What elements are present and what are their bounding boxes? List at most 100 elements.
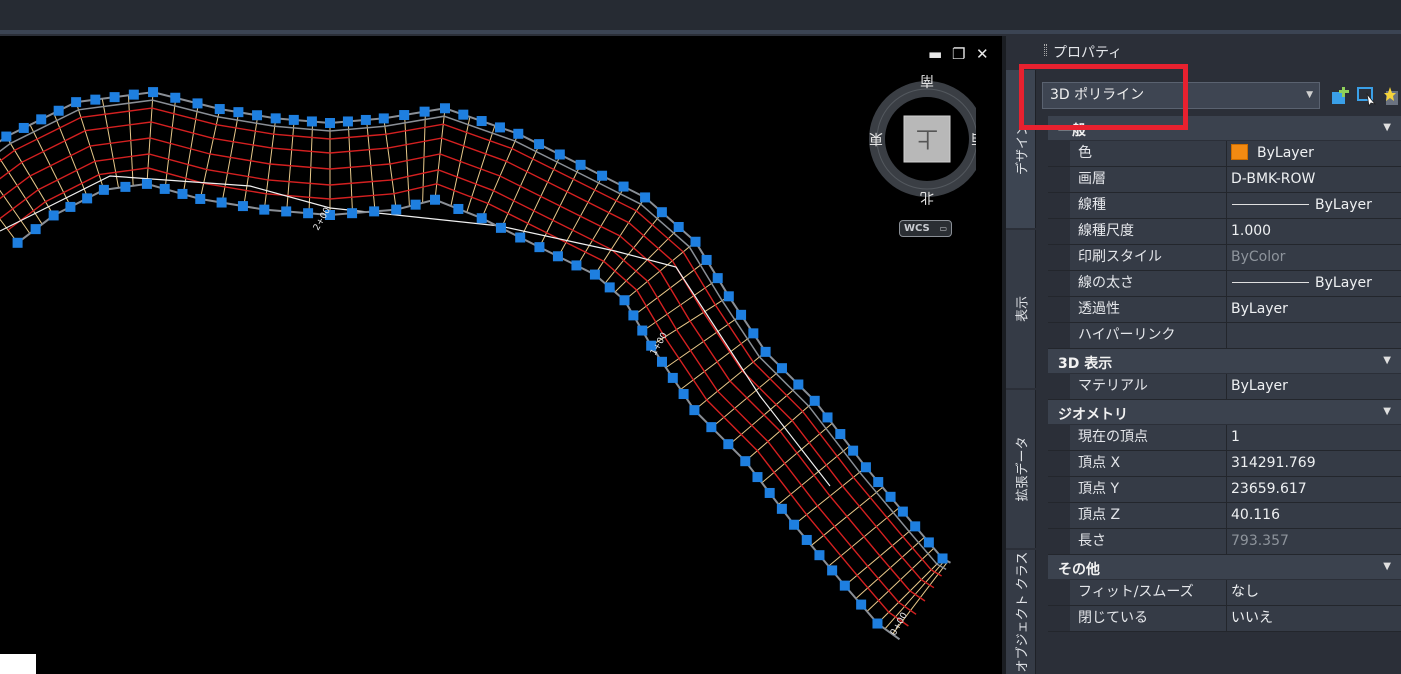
property-row[interactable]: 長さ 793.357: [1048, 529, 1401, 555]
grip-marker[interactable]: [98, 184, 109, 195]
grip-marker[interactable]: [494, 122, 505, 133]
property-row[interactable]: ハイパーリンク: [1048, 323, 1401, 349]
grip-marker[interactable]: [82, 193, 93, 204]
grip-marker[interactable]: [637, 325, 648, 336]
property-value[interactable]: なし: [1227, 580, 1401, 605]
restore-icon[interactable]: ❐: [952, 46, 965, 62]
quick-select-icon[interactable]: [1330, 85, 1352, 107]
property-value[interactable]: ByLayer: [1227, 193, 1401, 218]
grip-marker[interactable]: [552, 251, 563, 262]
grip-marker[interactable]: [378, 113, 389, 124]
property-value[interactable]: ByLayer: [1227, 271, 1401, 296]
grip-marker[interactable]: [170, 92, 181, 103]
grip-marker[interactable]: [923, 537, 934, 548]
grip-marker[interactable]: [360, 114, 371, 125]
grip-marker[interactable]: [575, 159, 586, 170]
collapse-arrow-icon[interactable]: ▼: [1383, 122, 1391, 133]
section-header[interactable]: 3D 表示 ▼: [1048, 349, 1401, 374]
grip-marker[interactable]: [141, 178, 152, 189]
grip-marker[interactable]: [347, 208, 358, 219]
grip-marker[interactable]: [18, 122, 29, 133]
grip-marker[interactable]: [410, 199, 421, 210]
grip-marker[interactable]: [325, 118, 335, 128]
grip-marker[interactable]: [835, 429, 846, 440]
grip-marker[interactable]: [809, 395, 820, 406]
property-value[interactable]: 23659.617: [1227, 477, 1401, 502]
close-icon[interactable]: ✕: [976, 46, 989, 62]
grip-marker[interactable]: [399, 110, 410, 121]
grip-marker[interactable]: [814, 550, 825, 561]
property-row[interactable]: フィット/スムーズ なし: [1048, 580, 1401, 606]
property-value[interactable]: 793.357: [1227, 529, 1401, 554]
grip-marker[interactable]: [36, 114, 47, 125]
grip-marker[interactable]: [604, 282, 615, 293]
grip-marker[interactable]: [515, 232, 526, 243]
grip-marker[interactable]: [801, 534, 812, 545]
toggle-pickadd-icon[interactable]: [1382, 85, 1401, 107]
property-row[interactable]: 線種 ByLayer: [1048, 193, 1401, 219]
grip-marker[interactable]: [453, 203, 464, 214]
grip-marker[interactable]: [872, 618, 883, 629]
grip-marker[interactable]: [30, 224, 41, 235]
grip-marker[interactable]: [259, 204, 270, 215]
grip-marker[interactable]: [159, 183, 170, 194]
grip-marker[interactable]: [12, 237, 23, 248]
property-value[interactable]: 314291.769: [1227, 451, 1401, 476]
layout-tab-stub[interactable]: [0, 654, 36, 674]
grip-marker[interactable]: [288, 114, 299, 125]
grip-marker[interactable]: [237, 201, 248, 212]
grip-marker[interactable]: [597, 170, 608, 181]
property-row[interactable]: 線種尺度 1.000: [1048, 219, 1401, 245]
property-value[interactable]: いいえ: [1227, 606, 1401, 631]
grip-marker[interactable]: [192, 98, 203, 109]
viewcube-south-label[interactable]: 南: [920, 72, 934, 88]
viewcube-north-label[interactable]: 北: [920, 189, 934, 205]
property-row[interactable]: 頂点 X 314291.769: [1048, 451, 1401, 477]
property-row[interactable]: マテリアル ByLayer: [1048, 374, 1401, 400]
viewcube[interactable]: 上 南 北 東 西: [858, 72, 976, 210]
grip-marker[interactable]: [53, 105, 64, 116]
property-value[interactable]: 1: [1227, 425, 1401, 450]
grip-marker[interactable]: [252, 110, 263, 121]
grip-marker[interactable]: [1, 131, 12, 142]
grip-marker[interactable]: [177, 188, 188, 199]
grip-marker[interactable]: [776, 503, 787, 514]
grip-marker[interactable]: [369, 206, 380, 217]
property-row[interactable]: 閉じている いいえ: [1048, 606, 1401, 632]
grip-marker[interactable]: [619, 295, 630, 306]
grip-marker[interactable]: [195, 193, 206, 204]
grip-marker[interactable]: [678, 389, 689, 400]
grip-marker[interactable]: [109, 92, 120, 103]
grip-marker[interactable]: [342, 116, 353, 127]
property-row[interactable]: 画層 D-BMK-ROW: [1048, 167, 1401, 193]
grip-marker[interactable]: [534, 139, 545, 150]
grip-marker[interactable]: [701, 254, 712, 265]
grip-marker[interactable]: [589, 269, 600, 280]
property-value[interactable]: ByLayer: [1227, 141, 1401, 166]
grip-marker[interactable]: [281, 206, 292, 217]
property-value[interactable]: 40.116: [1227, 503, 1401, 528]
property-row[interactable]: 線の太さ ByLayer: [1048, 271, 1401, 297]
grip-marker[interactable]: [476, 213, 487, 224]
grip-marker[interactable]: [391, 204, 402, 215]
property-row[interactable]: 印刷スタイル ByColor: [1048, 245, 1401, 271]
grip-marker[interactable]: [640, 192, 651, 203]
grip-marker[interactable]: [723, 439, 734, 450]
grip-marker[interactable]: [873, 477, 884, 488]
grip-marker[interactable]: [740, 456, 751, 467]
grip-marker[interactable]: [656, 356, 667, 367]
grip-marker[interactable]: [65, 201, 76, 212]
grip-marker[interactable]: [885, 491, 896, 502]
grip-marker[interactable]: [628, 310, 639, 321]
tab-display[interactable]: 表示: [1006, 230, 1036, 388]
collapse-arrow-icon[interactable]: ▼: [1383, 355, 1391, 366]
tab-extended-data[interactable]: 拡張データ: [1006, 390, 1036, 548]
grip-marker[interactable]: [618, 181, 629, 192]
grip-marker[interactable]: [667, 372, 678, 383]
grip-marker[interactable]: [233, 107, 244, 118]
grip-marker[interactable]: [439, 103, 450, 114]
grip-marker[interactable]: [534, 242, 545, 253]
grip-marker[interactable]: [71, 97, 82, 108]
grip-marker[interactable]: [793, 379, 804, 390]
grip-marker[interactable]: [656, 207, 667, 218]
